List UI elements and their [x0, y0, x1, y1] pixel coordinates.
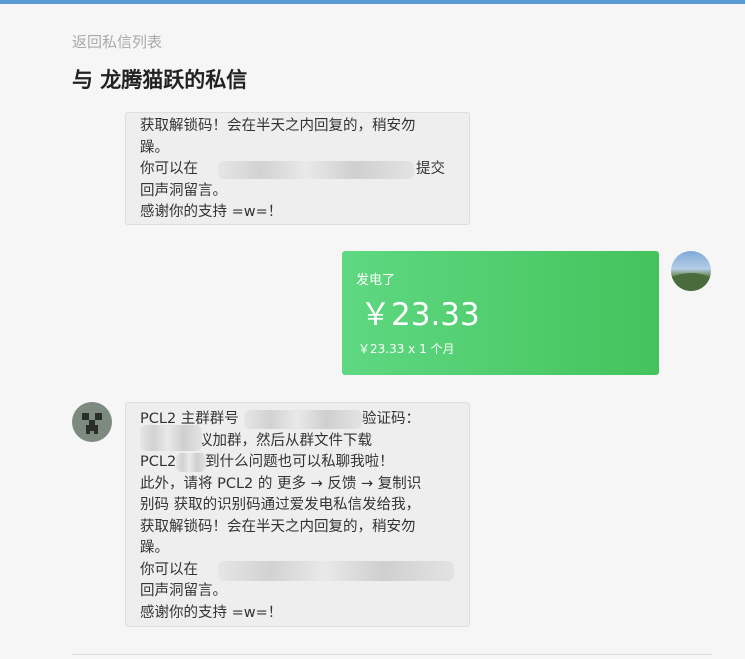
avatar-eye	[95, 413, 102, 420]
back-to-messages-link[interactable]: 返回私信列表	[72, 31, 162, 52]
landscape-avatar-icon[interactable]	[671, 251, 711, 291]
message-line: 躁。	[140, 139, 169, 156]
sponsor-label: 发电了	[356, 273, 396, 288]
redacted-group-number	[244, 410, 362, 429]
message-line: 很强烈建议加群，然后从群文件下载	[140, 424, 455, 453]
message-line: 获取解锁码！会在半天之内回复的，稍安勿	[140, 118, 416, 134]
message-line: 别码 获取的识别码通过爱发电私信发给我，	[140, 497, 421, 513]
redacted-code	[176, 453, 206, 472]
redacted-link	[218, 161, 414, 179]
message-text: 验证码：	[362, 411, 420, 427]
creeper-avatar-icon[interactable]	[72, 402, 112, 442]
message-line: PCL2，遇到什么问题也可以私聊我啦！	[140, 452, 455, 474]
message-line: 回声洞留言。	[140, 583, 227, 599]
avatar-mouth	[94, 430, 98, 434]
avatar-eye	[82, 413, 89, 420]
sponsor-amount: ￥23.33	[360, 297, 480, 333]
page-title: 与 龙腾猫跃的私信	[72, 68, 248, 92]
message-text: 你可以在	[140, 161, 198, 177]
message-text: 你可以在	[140, 561, 198, 578]
sponsor-card[interactable]: 发电了 ￥23.33 ￥23.33 x 1 个月	[342, 251, 659, 375]
top-accent-bar	[0, 0, 745, 4]
message-line: 感谢你的支持 =w=！	[140, 604, 283, 621]
message-line: 你可以在 提交	[140, 159, 455, 181]
message-line: 你可以在	[140, 560, 455, 582]
incoming-message-bubble: PCL2 主群群号 验证码： 很强烈建议加群，然后从群文件下载 PCL2，遇到什…	[125, 402, 470, 627]
message-text: 提交	[416, 161, 445, 177]
avatar-mouth	[86, 430, 90, 434]
avatar-hill	[671, 273, 711, 291]
message-line: 躁。	[140, 540, 169, 556]
sponsor-detail: ￥23.33 x 1 个月	[358, 342, 455, 356]
bottom-divider	[72, 654, 712, 655]
redacted-link	[218, 560, 454, 581]
message-line: 获取解锁码！会在半天之内回复的，稍安勿	[140, 518, 416, 535]
message-line: 回声洞留言。	[140, 182, 227, 199]
message-line: 此外，请将 PCL2 的 更多 → 反馈 → 复制识	[140, 475, 422, 492]
message-line: 感谢你的支持 =w=！	[140, 204, 283, 220]
redacted-code	[140, 424, 202, 451]
incoming-message-bubble: 获取解锁码！会在半天之内回复的，稍安勿 躁。 你可以在 提交 回声洞留言。 感谢…	[125, 112, 470, 225]
